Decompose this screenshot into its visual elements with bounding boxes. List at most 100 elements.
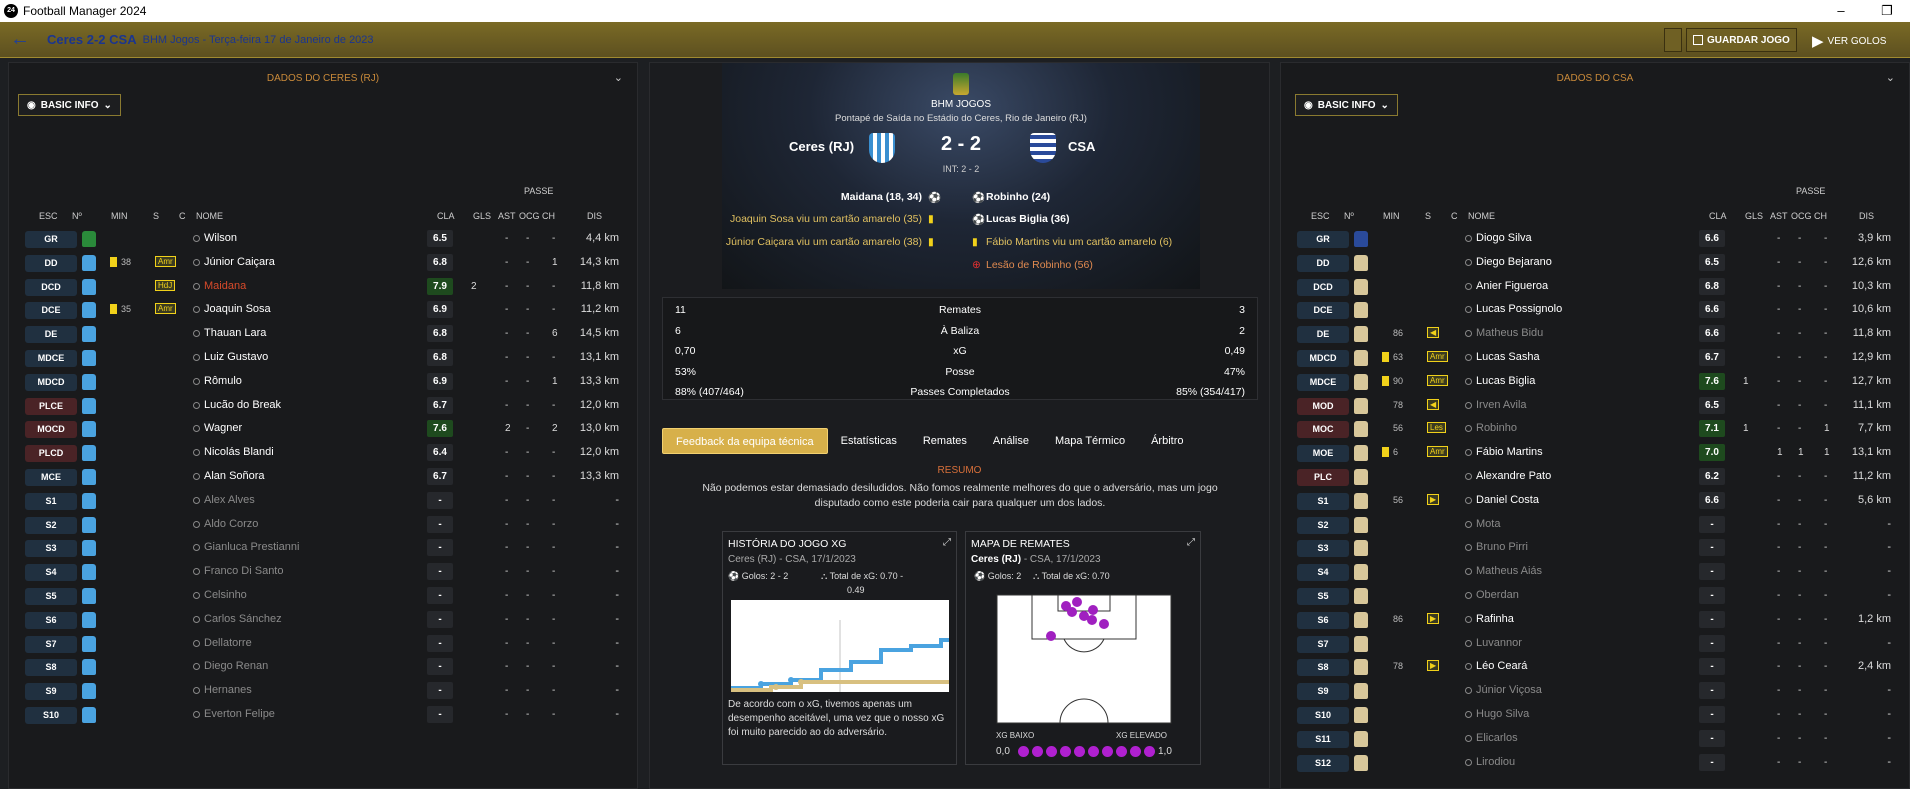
player-name[interactable]: Elicarlos (1476, 732, 1518, 744)
player-name[interactable]: Hernanes (204, 684, 252, 696)
column-header-gls[interactable]: GLS (473, 211, 491, 221)
basic-info-dropdown[interactable]: ◉ BASIC INFO ⌄ (18, 94, 121, 116)
column-header-gls[interactable]: GLS (1745, 211, 1763, 221)
tab-2[interactable]: Remates (910, 428, 980, 454)
column-header-esc[interactable]: ESC (39, 211, 58, 221)
player-name[interactable]: Júnior Viçosa (1476, 684, 1542, 696)
player-row[interactable]: GR Diogo Silva 6.6 - - - 3,9 km (1281, 227, 1909, 251)
player-row[interactable]: DD Diego Bejarano 6.5 - - - 12,6 km (1281, 251, 1909, 275)
column-header-ocg[interactable]: OCG (1791, 211, 1812, 221)
player-name[interactable]: Carlos Sánchez (204, 613, 282, 625)
player-row[interactable]: S6 86 ▶ Rafinha - - - - 1,2 km (1281, 608, 1909, 632)
player-row[interactable]: S3 Gianluca Prestianni - - - - - (9, 536, 637, 560)
column-header-s[interactable]: S (153, 211, 159, 221)
player-row[interactable]: S7 Dellatorre - - - - - (9, 632, 637, 656)
toolbar-square-button[interactable] (1664, 28, 1682, 52)
player-name[interactable]: Everton Felipe (204, 708, 275, 720)
player-name[interactable]: Júnior Caiçara (204, 256, 275, 268)
column-header-s[interactable]: S (1425, 211, 1431, 221)
player-name[interactable]: Wilson (204, 232, 237, 244)
player-name[interactable]: Daniel Costa (1476, 494, 1539, 506)
player-row[interactable]: S10 Everton Felipe - - - - - (9, 703, 637, 727)
player-row[interactable]: S5 Celsinho - - - - - (9, 584, 637, 608)
restore-button[interactable]: ❐ (1864, 0, 1910, 22)
minimize-button[interactable]: – (1818, 0, 1864, 22)
player-row[interactable]: S4 Matheus Aiás - - - - - (1281, 560, 1909, 584)
column-header-ch[interactable]: CH (1814, 211, 1827, 221)
player-name[interactable]: Lucão do Break (204, 399, 281, 411)
column-header-ast[interactable]: AST (1770, 211, 1788, 221)
player-row[interactable]: S4 Franco Di Santo - - - - - (9, 560, 637, 584)
column-header-ast[interactable]: AST (498, 211, 516, 221)
player-row[interactable]: S1 56 ▶ Daniel Costa 6.6 - - - 5,6 km (1281, 489, 1909, 513)
player-name[interactable]: Oberdan (1476, 589, 1519, 601)
player-name[interactable]: Joaquin Sosa (204, 303, 271, 315)
player-name[interactable]: Hugo Silva (1476, 708, 1529, 720)
player-row[interactable]: DE Thauan Lara 6.8 - - 6 14,5 km (9, 322, 637, 346)
tab-5[interactable]: Árbitro (1138, 428, 1196, 454)
back-arrow-icon[interactable]: ← (5, 28, 35, 51)
away-team-name[interactable]: CSA (1068, 139, 1095, 154)
player-name[interactable]: Anier Figueroa (1476, 280, 1548, 292)
tab-3[interactable]: Análise (980, 428, 1042, 454)
player-row[interactable]: S3 Bruno Pirri - - - - - (1281, 536, 1909, 560)
player-row[interactable]: MDCD Rômulo 6.9 - - 1 13,3 km (9, 370, 637, 394)
player-row[interactable]: MCE Alan Soñora 6.7 - - - 13,3 km (9, 465, 637, 489)
player-name[interactable]: Rafinha (1476, 613, 1514, 625)
tab-0[interactable]: Feedback da equipa técnica (662, 428, 828, 454)
basic-info-dropdown[interactable]: ◉ BASIC INFO ⌄ (1295, 94, 1398, 116)
column-header-c[interactable]: C (179, 211, 186, 221)
player-row[interactable]: S9 Júnior Viçosa - - - - - (1281, 679, 1909, 703)
player-name[interactable]: Lucas Biglia (1476, 375, 1535, 387)
player-name[interactable]: Fábio Martins (1476, 446, 1543, 458)
player-name[interactable]: Nicolás Blandi (204, 446, 274, 458)
column-header-nome[interactable]: NOME (196, 211, 223, 221)
player-row[interactable]: S10 Hugo Silva - - - - - (1281, 703, 1909, 727)
column-header-cla[interactable]: CLA (437, 211, 455, 221)
player-name[interactable]: Dellatorre (204, 637, 252, 649)
player-row[interactable]: MOC 56 Les Robinho 7.1 1 - - 1 7,7 km (1281, 417, 1909, 441)
player-row[interactable]: MDCE Luiz Gustavo 6.8 - - - 13,1 km (9, 346, 637, 370)
column-header-cla[interactable]: CLA (1709, 211, 1727, 221)
player-name[interactable]: Thauan Lara (204, 327, 266, 339)
xg-history-card[interactable]: HISTÓRIA DO JOGO XG ⤢ Ceres (RJ) - CSA, … (722, 531, 957, 765)
column-header-dis[interactable]: DIS (1859, 211, 1874, 221)
player-name[interactable]: Rômulo (204, 375, 242, 387)
column-header-c[interactable]: C (1451, 211, 1458, 221)
player-name[interactable]: Aldo Corzo (204, 518, 258, 530)
player-row[interactable]: S7 Luvannor - - - - - (1281, 632, 1909, 656)
player-name[interactable]: Alan Soñora (204, 470, 265, 482)
player-row[interactable]: DCD Anier Figueroa 6.8 - - - 10,3 km (1281, 275, 1909, 299)
player-name[interactable]: Mota (1476, 518, 1500, 530)
expand-icon[interactable]: ⤢ (943, 537, 951, 548)
player-row[interactable]: S1 Alex Alves - - - - - (9, 489, 637, 513)
player-name[interactable]: Lucas Sasha (1476, 351, 1540, 363)
player-name[interactable]: Franco Di Santo (204, 565, 283, 577)
player-name[interactable]: Luvannor (1476, 637, 1522, 649)
player-row[interactable]: S12 Lirodiou - - - - - (1281, 751, 1909, 775)
player-name[interactable]: Maidana (204, 280, 246, 292)
player-row[interactable]: DE 86 ◀ Matheus Bidu 6.6 - - - 11,8 km (1281, 322, 1909, 346)
player-row[interactable]: DCD HdJ Maidana 7.9 2 - - - 11,8 km (9, 275, 637, 299)
player-row[interactable]: DCE Lucas Possignolo 6.6 - - - 10,6 km (1281, 298, 1909, 322)
player-row[interactable]: MOCD Wagner 7.6 2 - 2 13,0 km (9, 417, 637, 441)
column-header-ocg[interactable]: OCG (519, 211, 540, 221)
player-name[interactable]: Irven Avila (1476, 399, 1527, 411)
player-name[interactable]: Bruno Pirri (1476, 541, 1528, 553)
player-row[interactable]: MDCE 90 Amr Lucas Biglia 7.6 1 - - - 12,… (1281, 370, 1909, 394)
match-score-title[interactable]: Ceres 2-2 CSA (47, 32, 137, 47)
player-row[interactable]: S9 Hernanes - - - - - (9, 679, 637, 703)
player-name[interactable]: Matheus Aiás (1476, 565, 1542, 577)
player-row[interactable]: S2 Mota - - - - - (1281, 513, 1909, 537)
player-row[interactable]: PLCD Nicolás Blandi 6.4 - - - 12,0 km (9, 441, 637, 465)
column-header-n[interactable]: Nº (1344, 211, 1354, 221)
column-header-ch[interactable]: CH (542, 211, 555, 221)
column-header-esc[interactable]: ESC (1311, 211, 1330, 221)
player-name[interactable]: Diego Renan (204, 660, 268, 672)
column-header-nome[interactable]: NOME (1468, 211, 1495, 221)
player-row[interactable]: MOD 78 ◀ Irven Avila 6.5 - - - 11,1 km (1281, 394, 1909, 418)
player-row[interactable]: S5 Oberdan - - - - - (1281, 584, 1909, 608)
player-row[interactable]: MDCD 63 Amr Lucas Sasha 6.7 - - - 12,9 k… (1281, 346, 1909, 370)
player-row[interactable]: DCE 35 Amr Joaquin Sosa 6.9 - - - 11,2 k… (9, 298, 637, 322)
player-row[interactable]: S8 78 ▶ Léo Ceará - - - - 2,4 km (1281, 655, 1909, 679)
